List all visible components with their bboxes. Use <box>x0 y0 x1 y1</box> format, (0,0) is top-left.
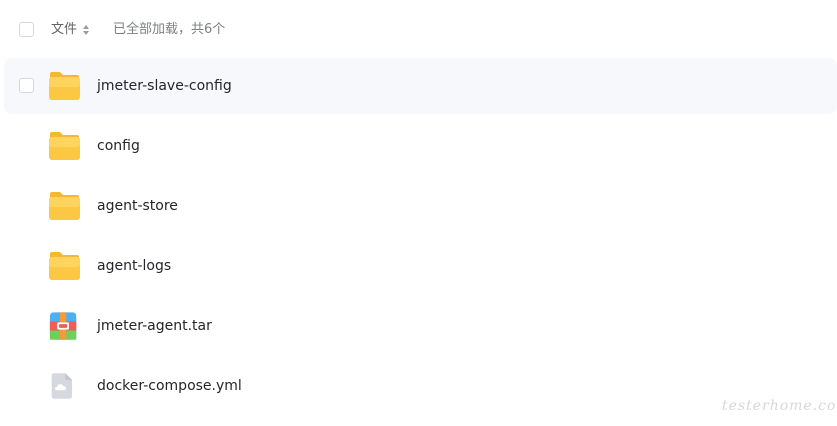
row-checkbox[interactable] <box>19 78 34 93</box>
watermark: testerhome.com <box>722 398 837 414</box>
load-status-text: 已全部加载，共6个 <box>113 22 226 37</box>
sort-by-name-button[interactable]: 文件 <box>51 21 77 39</box>
file-row-agent-logs[interactable]: agent-logs <box>4 238 837 294</box>
file-list-page: 文件 已全部加载，共6个 jmeter-slave-config config <box>0 0 837 426</box>
file-row-config[interactable]: config <box>4 118 837 174</box>
folder-icon <box>49 252 80 280</box>
file-list-header: 文件 已全部加载，共6个 <box>0 0 837 58</box>
file-row-jmeter-agent-tar[interactable]: jmeter-agent.tar <box>4 298 837 354</box>
file-row-docker-compose-yml[interactable]: docker-compose.yml <box>4 358 837 414</box>
file-row-jmeter-slave-config[interactable]: jmeter-slave-config <box>4 58 837 114</box>
file-name[interactable]: docker-compose.yml <box>97 376 242 396</box>
archive-icon <box>49 312 77 340</box>
file-row-agent-store[interactable]: agent-store <box>4 178 837 234</box>
file-name[interactable]: agent-logs <box>97 256 171 276</box>
file-name[interactable]: config <box>97 136 140 156</box>
folder-icon <box>49 192 80 220</box>
select-all-checkbox[interactable] <box>19 22 34 37</box>
file-name[interactable]: agent-store <box>97 196 178 216</box>
sort-icon[interactable] <box>82 25 90 35</box>
file-name[interactable]: jmeter-agent.tar <box>97 316 212 336</box>
cloud-file-icon <box>51 373 73 399</box>
folder-icon <box>49 72 80 100</box>
file-name[interactable]: jmeter-slave-config <box>97 76 232 96</box>
folder-icon <box>49 132 80 160</box>
